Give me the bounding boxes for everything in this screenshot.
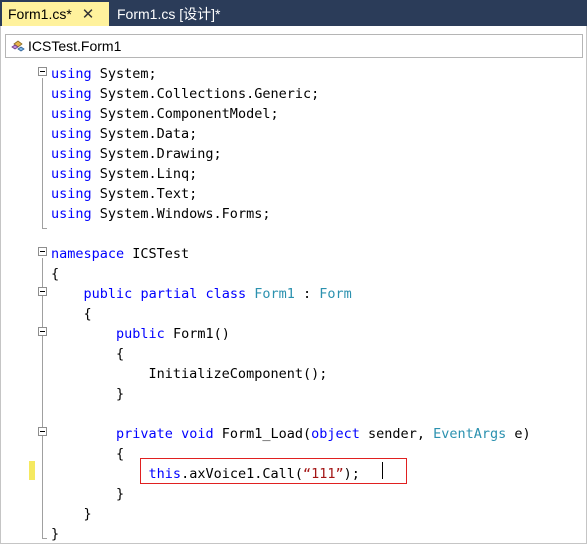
close-icon[interactable]: ✕ bbox=[82, 5, 95, 23]
outline-end bbox=[42, 538, 47, 539]
code-line[interactable]: using System.Data; bbox=[51, 124, 197, 144]
code-line[interactable]: using System.Collections.Generic; bbox=[51, 84, 319, 104]
code-token: public bbox=[83, 286, 133, 302]
code-line[interactable]: InitializeComponent(); bbox=[51, 364, 328, 384]
code-token: System.Data; bbox=[91, 126, 198, 142]
code-token: Form1_Load( bbox=[213, 426, 312, 442]
code-token: : bbox=[294, 286, 320, 302]
collapse-icon[interactable] bbox=[38, 287, 47, 296]
outline-line bbox=[42, 78, 43, 228]
code-token: } bbox=[51, 526, 60, 542]
code-line[interactable]: private void Form1_Load(object sender, E… bbox=[51, 424, 531, 444]
tab-form1-design[interactable]: Form1.cs [设计]* bbox=[113, 2, 241, 26]
code-token: System.Windows.Forms; bbox=[91, 206, 271, 222]
change-marker bbox=[29, 461, 35, 480]
code-token: using bbox=[51, 66, 92, 82]
code-token: using bbox=[51, 86, 92, 102]
code-token: { bbox=[51, 446, 125, 462]
navigation-bar: ICSTest.Form1 bbox=[0, 26, 587, 64]
collapse-icon[interactable] bbox=[38, 427, 47, 436]
code-token: System.Text; bbox=[91, 186, 198, 202]
code-line[interactable]: { bbox=[51, 344, 124, 364]
code-token: namespace bbox=[51, 246, 125, 262]
code-line[interactable]: } bbox=[51, 504, 92, 524]
code-editor[interactable]: using System; using System.Collections.Ge… bbox=[0, 64, 587, 544]
class-dropdown-label: ICSTest.Form1 bbox=[28, 38, 122, 54]
code-token: using bbox=[51, 166, 92, 182]
code-line[interactable]: namespace ICSTest bbox=[51, 244, 189, 264]
code-token: Form1 bbox=[254, 286, 295, 302]
highlight-box bbox=[140, 458, 407, 484]
code-token: Form1() bbox=[164, 326, 230, 342]
code-line[interactable]: } bbox=[51, 524, 59, 544]
code-token: object bbox=[311, 426, 360, 442]
code-line[interactable]: using System.Text; bbox=[51, 184, 197, 204]
code-token: void bbox=[181, 426, 214, 442]
tab-form1-cs[interactable]: Form1.cs* ✕ bbox=[2, 2, 109, 26]
code-token: { bbox=[51, 346, 125, 362]
code-token: ICSTest bbox=[124, 246, 190, 262]
code-token: using bbox=[51, 106, 92, 122]
code-token: System.ComponentModel; bbox=[91, 106, 279, 122]
code-line[interactable]: { bbox=[51, 264, 59, 284]
code-token: } bbox=[51, 506, 92, 522]
code-line[interactable]: using System.Linq; bbox=[51, 164, 197, 184]
tab-label: Form1.cs [设计]* bbox=[117, 6, 221, 22]
collapse-icon[interactable] bbox=[38, 327, 47, 336]
code-token: private bbox=[116, 426, 173, 442]
code-line[interactable]: { bbox=[51, 304, 92, 324]
code-line[interactable]: using System.Windows.Forms; bbox=[51, 204, 270, 224]
code-token: using bbox=[51, 186, 92, 202]
code-token: } bbox=[51, 486, 125, 502]
outline-line bbox=[42, 258, 43, 538]
code-token: { bbox=[51, 306, 92, 322]
code-token: sender, bbox=[359, 426, 434, 442]
document-tab-bar: Form1.cs* ✕ Form1.cs [设计]* bbox=[0, 0, 587, 26]
code-token: using bbox=[51, 126, 92, 142]
code-token: using bbox=[51, 146, 92, 162]
code-token: e) bbox=[506, 426, 531, 442]
code-token: partial bbox=[140, 286, 198, 302]
code-token: class bbox=[205, 286, 247, 302]
code-line[interactable]: { bbox=[51, 444, 124, 464]
code-token: EventArgs bbox=[433, 426, 507, 442]
code-token: { bbox=[51, 266, 60, 282]
code-token: System.Drawing; bbox=[91, 146, 222, 162]
code-token: System.Linq; bbox=[91, 166, 198, 182]
code-line[interactable]: public partial class Form1 : Form bbox=[51, 284, 352, 304]
text-caret bbox=[382, 462, 383, 479]
code-token: System.Collections.Generic; bbox=[91, 86, 320, 102]
class-icon bbox=[11, 40, 25, 52]
code-token: Form bbox=[319, 286, 352, 302]
code-line[interactable]: using System.ComponentModel; bbox=[51, 104, 279, 124]
code-line[interactable]: using System; bbox=[51, 64, 157, 84]
code-line[interactable]: } bbox=[51, 484, 124, 504]
code-token: } bbox=[51, 386, 125, 402]
class-dropdown[interactable]: ICSTest.Form1 bbox=[5, 34, 583, 58]
outline-end bbox=[42, 228, 47, 229]
code-token: public bbox=[116, 326, 165, 342]
collapse-icon[interactable] bbox=[38, 67, 47, 76]
code-line[interactable]: } bbox=[51, 384, 124, 404]
code-token: using bbox=[51, 206, 92, 222]
tab-label: Form1.cs* bbox=[8, 6, 72, 22]
code-line[interactable]: using System.Drawing; bbox=[51, 144, 222, 164]
code-line[interactable]: public Form1() bbox=[51, 324, 230, 344]
collapse-icon[interactable] bbox=[38, 247, 47, 256]
code-token: System; bbox=[91, 66, 157, 82]
code-token: InitializeComponent(); bbox=[51, 366, 328, 382]
